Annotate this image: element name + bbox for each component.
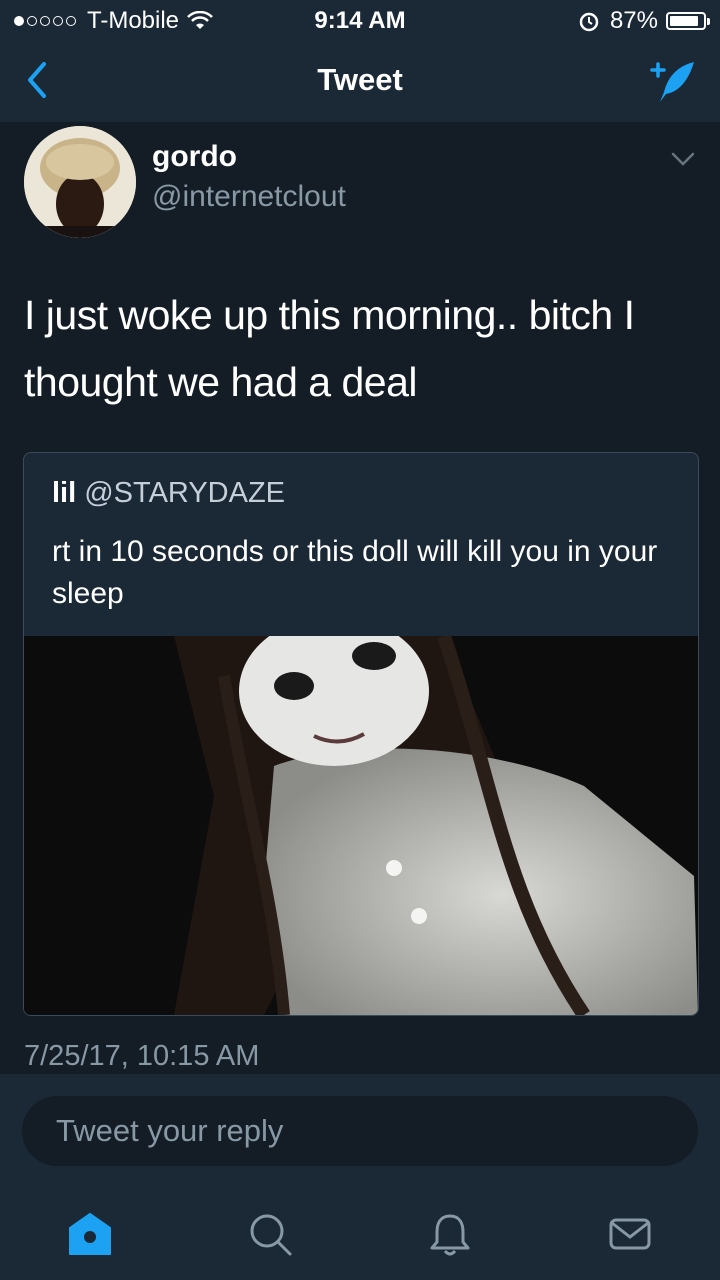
search-icon[interactable] (246, 1210, 294, 1258)
page-title: Tweet (317, 62, 403, 97)
battery-percent: 87% (609, 7, 658, 34)
reply-bar (0, 1074, 720, 1186)
tweet-timestamp: 7/25/17, 10:15 AM (24, 1040, 260, 1072)
tweet-detail: gordo @internetclout I just woke up this… (0, 122, 720, 1074)
quoted-author-handle: @STARYDAZE (84, 477, 286, 509)
notifications-bell-icon[interactable] (426, 1210, 474, 1258)
home-icon[interactable] (66, 1210, 114, 1258)
navigation-bar: Tweet (0, 40, 720, 123)
status-bar: T-Mobile 9:14 AM 87% (0, 0, 720, 40)
quoted-author-name: lil (52, 477, 77, 509)
avatar[interactable] (24, 126, 136, 238)
author-name[interactable]: gordo (152, 140, 237, 174)
battery-icon (666, 12, 710, 30)
chevron-down-icon[interactable] (670, 150, 696, 168)
reply-input[interactable] (22, 1096, 698, 1166)
avatar-image (24, 126, 136, 238)
tweet-text: I just woke up this morning.. bitch I th… (24, 292, 635, 405)
alarm-clock-icon (579, 12, 599, 32)
quoted-tweet-text: rt in 10 seconds or this doll will kill … (52, 535, 658, 610)
quoted-tweet[interactable]: lil @STARYDAZE rt in 10 seconds or this … (23, 452, 699, 1016)
messages-envelope-icon[interactable] (606, 1210, 654, 1258)
compose-tweet-icon[interactable] (648, 58, 698, 104)
tab-bar (0, 1186, 720, 1280)
battery-info: 87% (578, 7, 710, 35)
quoted-tweet-image[interactable] (24, 636, 698, 1015)
author-handle[interactable]: @internetclout (152, 180, 346, 214)
quoted-author: lil @STARYDAZE (52, 477, 285, 510)
